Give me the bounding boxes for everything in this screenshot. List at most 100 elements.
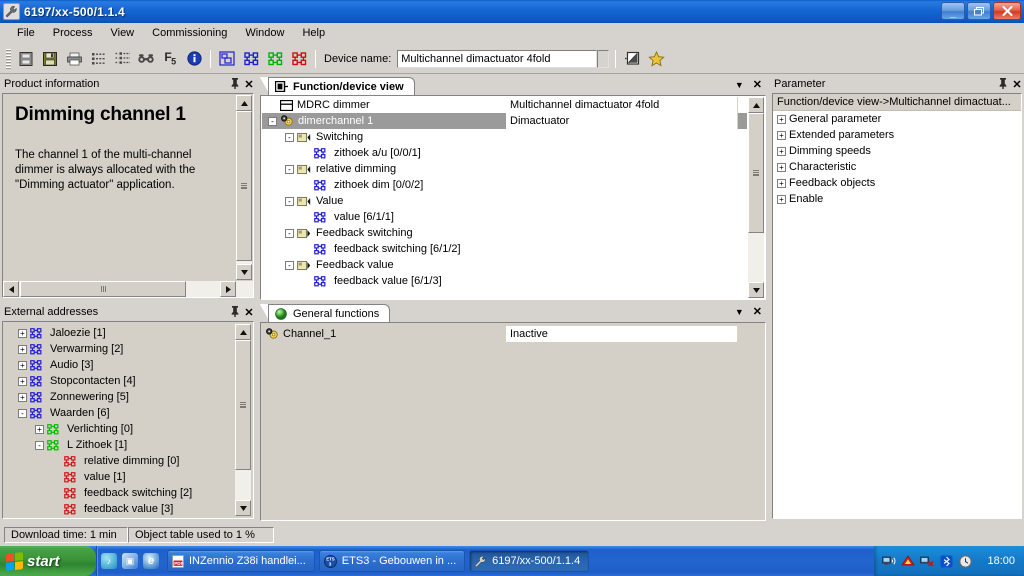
menu-file[interactable]: File — [8, 25, 44, 41]
parameter-item[interactable]: +General parameter — [773, 111, 1021, 127]
product-hscrollbar[interactable] — [3, 281, 253, 297]
list-item[interactable]: +Stopcontacten [4] — [4, 373, 236, 389]
star-icon[interactable] — [644, 47, 668, 70]
collapse-icon[interactable]: - — [285, 133, 294, 142]
list-item[interactable]: +Jaloezie [1] — [4, 325, 236, 341]
product-scroll-thumb[interactable] — [236, 111, 252, 261]
building-view-icon[interactable] — [215, 47, 239, 70]
list-item[interactable]: feedback switching [2] — [4, 485, 236, 501]
parameter-list[interactable]: +General parameter+Extended parameters+D… — [773, 111, 1021, 207]
list-item[interactable]: +Verlichting [0] — [4, 421, 236, 437]
toolbar-grip[interactable] — [5, 49, 11, 69]
fdv-scroll-thumb[interactable] — [748, 113, 764, 233]
clock-time[interactable]: 18:00 — [987, 555, 1015, 567]
network-icon[interactable] — [882, 554, 896, 568]
table-row[interactable]: feedback value [6/1/3] — [262, 273, 747, 289]
function-device-view-vscrollbar[interactable] — [748, 97, 764, 298]
new-project-icon[interactable] — [14, 47, 38, 70]
table-row[interactable]: -Value — [262, 193, 747, 209]
table-row[interactable]: -Feedback switching — [262, 225, 747, 241]
expand-icon[interactable]: + — [777, 147, 786, 156]
expand-icon[interactable]: + — [18, 345, 27, 354]
collapse-icon[interactable]: - — [285, 197, 294, 206]
table-row[interactable]: MDRC dimmerMultichannel dimactuator 4fol… — [262, 97, 747, 113]
save-icon[interactable] — [38, 47, 62, 70]
close-icon[interactable]: ✕ — [753, 305, 762, 318]
group-address-red-icon[interactable] — [287, 47, 311, 70]
minimize-button[interactable]: _ — [941, 2, 965, 20]
find-icon[interactable] — [134, 47, 158, 70]
menu-help[interactable]: Help — [293, 25, 334, 41]
parameter-item[interactable]: +Enable — [773, 191, 1021, 207]
edit-pencil-icon[interactable] — [620, 47, 644, 70]
list-icon[interactable] — [86, 47, 110, 70]
menu-process[interactable]: Process — [44, 25, 102, 41]
general-functions-list[interactable]: Channel_1Inactive — [262, 324, 764, 519]
pin-icon[interactable] — [228, 305, 242, 320]
f5-refresh-icon[interactable]: F5 — [158, 47, 182, 70]
tab-general-functions[interactable]: General functions — [268, 304, 390, 322]
table-row[interactable]: zithoek dim [0/0/2] — [262, 177, 747, 193]
expand-icon[interactable]: + — [18, 377, 27, 386]
expand-icon[interactable]: + — [777, 179, 786, 188]
expand-icon[interactable]: + — [777, 131, 786, 140]
list-item[interactable]: relative dimming [0] — [4, 453, 236, 469]
table-row[interactable]: -Switching — [262, 129, 747, 145]
bluetooth-icon[interactable] — [939, 554, 953, 568]
warning-icon[interactable] — [901, 554, 915, 568]
external-scroll-thumb[interactable] — [235, 340, 251, 470]
show-desktop-icon[interactable]: ▣ — [122, 553, 138, 569]
menu-view[interactable]: View — [101, 25, 143, 41]
media-player-icon[interactable]: ♪ — [101, 553, 117, 569]
product-hscroll-thumb[interactable] — [20, 281, 186, 297]
collapse-icon[interactable]: - — [268, 117, 277, 126]
expand-icon[interactable]: + — [777, 163, 786, 172]
collapse-icon[interactable]: - — [35, 441, 44, 450]
parameter-item[interactable]: +Characteristic — [773, 159, 1021, 175]
list-item[interactable]: value [1] — [4, 469, 236, 485]
clock-icon[interactable] — [958, 554, 972, 568]
list-item[interactable]: +Audio [3] — [4, 357, 236, 373]
internet-explorer-icon[interactable]: e — [143, 553, 159, 569]
device-name-input[interactable] — [397, 50, 597, 68]
scroll-up-button[interactable] — [235, 324, 251, 340]
close-button[interactable] — [993, 2, 1021, 20]
pin-icon[interactable] — [228, 77, 242, 92]
table-row[interactable]: feedback switching [6/1/2] — [262, 241, 747, 257]
device-name-dropdown[interactable] — [597, 50, 609, 68]
expand-icon[interactable]: + — [35, 425, 44, 434]
group-address-blue-icon[interactable] — [239, 47, 263, 70]
collapse-icon[interactable]: - — [285, 261, 294, 270]
close-icon[interactable]: ✕ — [1010, 78, 1024, 91]
list-item[interactable]: feedback value [3] — [4, 501, 236, 517]
close-icon[interactable]: ✕ — [753, 78, 762, 91]
collapse-icon[interactable]: - — [285, 165, 294, 174]
close-icon[interactable]: ✕ — [242, 306, 256, 319]
collapse-icon[interactable]: - — [285, 229, 294, 238]
table-row[interactable]: Channel_1Inactive — [262, 326, 764, 342]
task-button-ets3[interactable]: ETS3 ETS3 - Gebouwen in ... — [319, 550, 465, 572]
scroll-up-button[interactable] — [748, 97, 764, 113]
table-row[interactable]: value [6/1/1] — [262, 209, 747, 225]
scroll-down-button[interactable] — [235, 500, 251, 516]
expand-icon[interactable]: + — [777, 195, 786, 204]
scroll-down-button[interactable] — [236, 264, 252, 280]
pin-icon[interactable] — [996, 77, 1010, 92]
parameter-item[interactable]: +Extended parameters — [773, 127, 1021, 143]
list-item[interactable]: +Zonnewering [5] — [4, 389, 236, 405]
close-icon[interactable]: ✕ — [242, 78, 256, 91]
list-item[interactable]: +Verwarming [2] — [4, 341, 236, 357]
table-row[interactable]: -Feedback value — [262, 257, 747, 273]
chevron-down-icon[interactable]: ▼ — [735, 80, 744, 90]
properties-icon[interactable] — [110, 47, 134, 70]
parameter-item[interactable]: +Dimming speeds — [773, 143, 1021, 159]
maximize-button[interactable] — [967, 2, 991, 20]
network-disconnected-icon[interactable] — [920, 554, 934, 568]
group-address-green-icon[interactable] — [263, 47, 287, 70]
task-button-ets-device[interactable]: 6197/xx-500/1.1.4 — [469, 550, 589, 572]
start-button[interactable]: start — [0, 546, 96, 576]
task-button-pdf[interactable]: PDF INZennio Z38i handlei... — [167, 550, 315, 572]
info-icon[interactable] — [182, 47, 206, 70]
function-device-view-tree[interactable]: MDRC dimmerMultichannel dimactuator 4fol… — [262, 97, 747, 298]
parameter-item[interactable]: +Feedback objects — [773, 175, 1021, 191]
